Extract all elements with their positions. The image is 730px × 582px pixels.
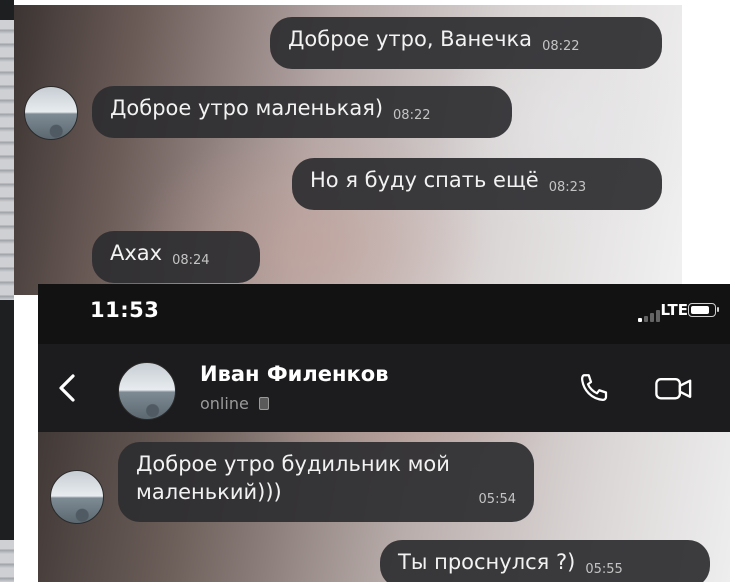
message-text: Ты проснулся ?) [398,550,576,574]
status-bar: 11:53 LTE [38,284,730,344]
contact-status-row: online [200,394,269,413]
top-chat-screenshot: Доброе утро, Ванечка 08:22 Доброе утро ма… [14,5,682,295]
message-bubble-outgoing: Доброе утро, Ванечка 08:22 [270,17,662,69]
side-fragment-dark [0,300,14,540]
message-time: 05:55 [585,562,623,577]
message-text: Доброе утро маленькая) [110,96,384,120]
chevron-left-icon [59,374,75,402]
message-time: 05:54 [478,492,516,507]
message-time: 08:22 [542,39,580,54]
message-time: 08:23 [548,180,587,195]
chat-header: Иван Филенков online [38,344,730,432]
message-text: Ахах [110,241,163,265]
back-button[interactable] [48,364,88,412]
message-text: Но я буду спать ещё [310,168,539,192]
status-time: 11:53 [90,298,160,322]
network-type: LTE [660,301,688,319]
video-call-button[interactable] [652,370,696,406]
message-bubble-incoming: Доброе утро будильник мой маленький))) 0… [118,442,534,522]
video-camera-icon [655,378,692,400]
call-button[interactable] [576,370,612,406]
side-fragment-top [0,0,14,20]
contact-avatar[interactable] [118,362,176,420]
side-fragment-bottom [0,540,14,582]
message-text: Доброе утро, Ванечка [288,27,533,51]
message-bubble-outgoing: Но я буду спать ещё 08:23 [292,158,662,210]
device-icon [258,397,269,410]
message-bubble-incoming: Доброе утро маленькая) 08:22 [92,86,512,138]
message-time: 08:24 [172,253,210,268]
battery-icon [688,303,719,317]
message-text-line2: маленький))) [136,480,282,504]
phone-icon [581,374,608,401]
message-time: 08:22 [393,108,431,123]
contact-avatar [24,86,78,140]
bottom-chat-screenshot: 11:53 LTE Иван Филенков online Доброе ут… [38,284,730,582]
message-bubble-outgoing: Ты проснулся ?) 05:55 [380,540,710,582]
contact-status: online [200,394,249,413]
message-bubble-incoming: Ахах 08:24 [92,231,260,283]
side-fragment-left [0,20,14,300]
contact-name[interactable]: Иван Филенков [200,362,389,386]
signal-icon [638,310,662,322]
message-text-line1: Доброе утро будильник мой [136,452,450,476]
contact-avatar [50,470,104,524]
